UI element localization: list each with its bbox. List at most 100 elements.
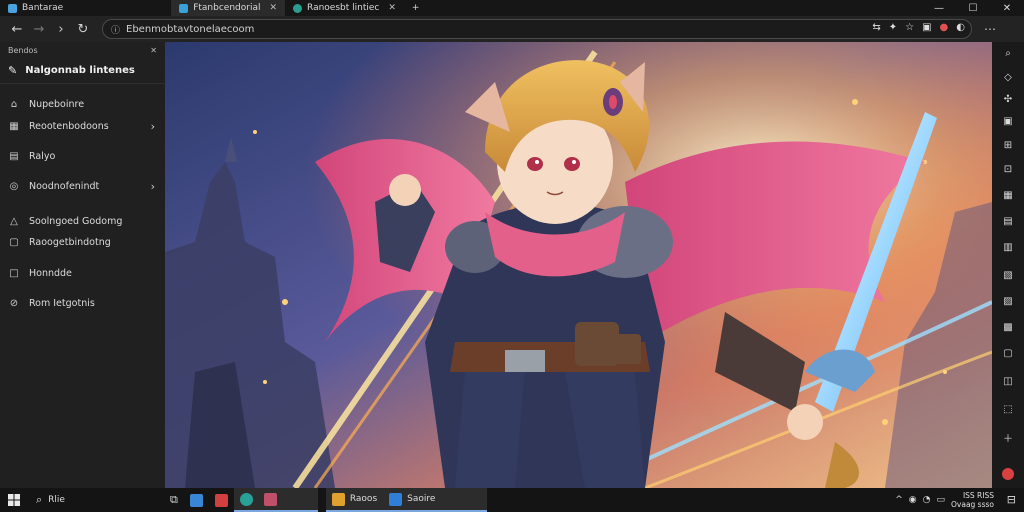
grid-icon: ▦ xyxy=(9,120,19,132)
sidebar-item-1[interactable]: ▦ Reootenbodoons › xyxy=(0,116,165,136)
forward-chevron-icon[interactable]: › xyxy=(50,18,72,40)
office-icon[interactable]: ⊞ xyxy=(1001,138,1015,152)
sidebar-close-icon[interactable]: ✕ xyxy=(150,46,157,55)
tab-2[interactable]: Ranoesbt lintiec ✕ xyxy=(285,0,404,16)
sidebar-item-7[interactable]: ⊘ Rom Ietgotnis xyxy=(0,293,165,313)
link-icon: ⊘ xyxy=(9,297,19,309)
system-tray: ^ ◉ ◔ ▭ ISS RISS Ovaag ssso xyxy=(895,488,994,512)
chevron-right-icon: › xyxy=(150,179,155,193)
taskbar-app-1[interactable] xyxy=(209,488,234,512)
translate-icon[interactable]: ⇆ xyxy=(872,22,880,33)
battery-icon[interactable]: ▭ xyxy=(936,495,945,505)
minimize-button[interactable]: — xyxy=(922,0,956,16)
games-icon[interactable]: ▣ xyxy=(1001,114,1015,128)
sidebar-item-label: Noodnofenindt xyxy=(29,180,100,192)
address-bar-icons: ⇆ ✦ ☆ ▣ ● ◐ xyxy=(872,22,965,33)
pen-icon: ✎ xyxy=(8,64,18,77)
sidebar-item-4[interactable]: △ Soolngoed Godomg xyxy=(0,211,165,231)
info-icon[interactable]: ⓘ xyxy=(111,23,120,36)
app-icon xyxy=(389,492,403,506)
tools-icon[interactable]: ✣ xyxy=(1001,92,1015,106)
record-icon[interactable]: ● xyxy=(940,22,949,33)
windows-logo-icon xyxy=(8,494,20,506)
taskbar-app-5[interactable]: Saoire xyxy=(383,488,488,512)
tab-favicon xyxy=(8,3,17,13)
taskbar-app-label: Raoos xyxy=(349,494,378,504)
tab-close-icon[interactable]: ✕ xyxy=(269,3,277,13)
reload-icon[interactable]: ↻ xyxy=(72,18,94,40)
tab-favicon xyxy=(293,3,303,13)
forward-arrow-icon[interactable]: → xyxy=(28,18,50,40)
chat-icon[interactable]: ▩ xyxy=(1001,320,1015,334)
start-button[interactable] xyxy=(0,488,28,512)
sidebar-item-3[interactable]: ◎ Noodnofenindt › xyxy=(0,176,165,196)
taskbar-app-0[interactable] xyxy=(184,488,209,512)
tab-label: Ranoesbt lintiec xyxy=(307,3,380,13)
taskbar-app-2[interactable] xyxy=(233,488,318,512)
sidebar-item-2[interactable]: ▤ Ralyo xyxy=(0,146,165,166)
download-icon[interactable]: ⬚ xyxy=(1001,402,1015,416)
search-icon[interactable]: ⌕ xyxy=(1001,46,1015,60)
sidebar-item-label: Rom Ietgotnis xyxy=(29,297,95,309)
new-tab-button[interactable]: + xyxy=(404,0,428,16)
favorite-icon[interactable]: ☆ xyxy=(905,22,914,33)
page-content-image xyxy=(165,42,992,488)
wifi-icon[interactable]: ◉ xyxy=(909,495,917,505)
maximize-button[interactable]: ☐ xyxy=(956,0,990,16)
sidebar: Bendos ✕ ✎ Nalgonnab lintenes ⌂ Nupeboin… xyxy=(0,42,165,488)
doc-icon: ▤ xyxy=(9,150,19,162)
outlook-icon[interactable]: ⊡ xyxy=(1001,162,1015,176)
sidebar-item-6[interactable]: □ Honndde xyxy=(0,263,165,283)
sidebar-item-label: Honndde xyxy=(29,267,72,279)
collections-icon[interactable]: ▣ xyxy=(922,22,931,33)
address-bar[interactable]: ⓘ Ebenmobtavtonelaecoom ⇆ ✦ ☆ ▣ ● ◐ xyxy=(102,19,972,39)
clock-time: ISS RISS xyxy=(962,491,994,500)
search-icon: ⌕ xyxy=(36,493,43,506)
tab-bar: Bantarae Ftanbcendorial ✕ Ranoesbt linti… xyxy=(0,0,1024,16)
sidebar-item-label: Raoogetbindotng xyxy=(29,236,111,248)
notifications-icon[interactable]: ⊟ xyxy=(1007,493,1016,506)
notification-dot-icon[interactable] xyxy=(1002,468,1014,480)
taskbar: ⌕ Rlie ⧉ Raoos Saoire ^ ◉ ◔ ▭ ISS RISS O… xyxy=(0,488,1024,512)
extension-icon[interactable]: ✦ xyxy=(889,22,897,33)
toolbar: ← → › ↻ ⓘ Ebenmobtavtonelaecoom ⇆ ✦ ☆ ▣ … xyxy=(0,16,1024,42)
anime-warrior-illustration xyxy=(165,42,992,488)
app-icon xyxy=(214,493,228,507)
back-arrow-icon[interactable]: ← xyxy=(6,18,28,40)
taskbar-search[interactable]: ⌕ Rlie xyxy=(28,493,158,507)
apps-icon[interactable]: ▦ xyxy=(1001,188,1015,202)
bookmark-icon[interactable]: ▢ xyxy=(1001,346,1015,360)
notes-icon[interactable]: ▧ xyxy=(1001,268,1015,282)
tab-1[interactable]: Ftanbcendorial ✕ xyxy=(171,0,286,16)
chevron-up-icon[interactable]: ^ xyxy=(895,495,903,505)
profile-icon[interactable]: ◐ xyxy=(956,22,965,33)
tab-label: Ftanbcendorial xyxy=(193,3,261,13)
sidebar-item-label: Soolngoed Godomg xyxy=(29,215,123,227)
drop-icon[interactable]: ▤ xyxy=(1001,214,1015,228)
square-icon: □ xyxy=(9,267,19,279)
volume-icon[interactable]: ◔ xyxy=(923,495,931,505)
reader-icon[interactable]: ▥ xyxy=(1001,240,1015,254)
tab-close-icon[interactable]: ✕ xyxy=(388,3,396,13)
sidebar-item-0[interactable]: ⌂ Nupeboinre xyxy=(0,94,165,114)
more-menu-icon[interactable]: ⋯ xyxy=(984,22,996,36)
history-icon[interactable]: ◫ xyxy=(1001,374,1015,388)
shopping-icon[interactable]: ◇ xyxy=(1001,70,1015,84)
task-view-icon: ⧉ xyxy=(170,493,178,506)
sidebar-title[interactable]: ✎ Nalgonnab lintenes xyxy=(0,58,165,84)
task-view-button[interactable]: ⧉ xyxy=(164,488,184,512)
app-icon xyxy=(189,493,203,507)
tag-icon: ⌂ xyxy=(10,98,18,110)
browser-window: Bantarae Ftanbcendorial ✕ Ranoesbt linti… xyxy=(0,0,1024,512)
sidebar-header: Bendos ✕ xyxy=(0,42,165,58)
calendar-icon[interactable]: ▨ xyxy=(1001,294,1015,308)
clock[interactable]: ISS RISS Ovaag ssso xyxy=(951,491,994,509)
clock-date: Ovaag ssso xyxy=(951,500,994,509)
sidebar-item-5[interactable]: ▢ Raoogetbindotng xyxy=(0,232,165,252)
taskbar-app-4[interactable]: Raoos xyxy=(325,488,384,512)
settings-icon: ◎ xyxy=(9,180,19,192)
add-icon[interactable]: ＋ xyxy=(1001,430,1015,445)
close-button[interactable]: ✕ xyxy=(990,0,1024,16)
tab-favicon xyxy=(179,3,189,13)
tab-0[interactable]: Bantarae xyxy=(0,0,71,16)
